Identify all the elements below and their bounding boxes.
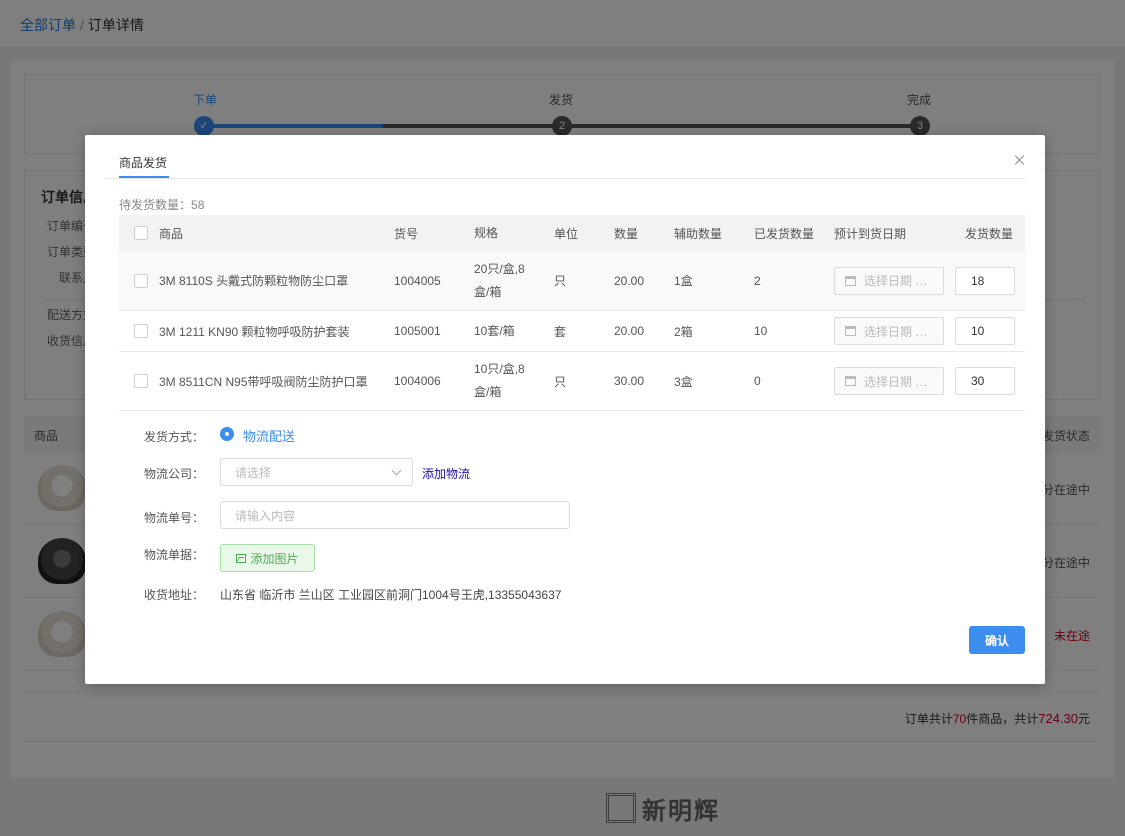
item-shipped-qty: 10 (754, 324, 768, 338)
address-label: 收货地址： (144, 588, 205, 602)
pending-count: 待发货数量：58 (119, 196, 204, 213)
item-spec: 10套/箱 (474, 323, 515, 338)
ship-method-value[interactable]: 物流配送 (243, 426, 295, 445)
tab-divider (105, 178, 1025, 179)
select-all-checkbox[interactable] (134, 226, 148, 240)
item-unit: 只 (554, 374, 567, 389)
confirm-button[interactable]: 确认 (969, 626, 1025, 654)
item-spec: 10只/盒,8盒/箱 (474, 362, 525, 399)
item-unit: 套 (554, 324, 567, 339)
table-row: 3M 8110S 头戴式防颗粒物防尘口罩 1004005 20只/盒,8盒/箱 … (119, 251, 1025, 311)
date-placeholder: 选择日期 … (864, 374, 928, 389)
send-qty-input[interactable] (955, 317, 1015, 345)
col-product: 商品 (159, 226, 184, 241)
send-qty-input[interactable] (955, 367, 1015, 395)
item-name: 3M 8110S 头戴式防颗粒物防尘口罩 (159, 274, 349, 288)
tab-ship-goods[interactable]: 商品发货 (119, 154, 167, 171)
shipping-receipt-label: 物流单据： (144, 548, 205, 562)
item-qty: 20.00 (614, 324, 645, 338)
close-icon[interactable] (1013, 153, 1027, 167)
tracking-placeholder: 请输入内容 (235, 508, 296, 523)
item-spec: 20只/盒,8盒/箱 (474, 261, 525, 299)
ship-method-radio[interactable] (220, 427, 234, 441)
date-placeholder: 选择日期 … (864, 324, 928, 339)
select-placeholder: 请选择 (235, 465, 272, 480)
col-shipped-qty: 已发货数量 (754, 226, 815, 241)
table-row: 3M 1211 KN90 颗粒物呼吸防护套装 1005001 10套/箱 套 2… (119, 311, 1025, 352)
row-checkbox[interactable] (134, 374, 148, 388)
col-send-qty: 发货数量 (965, 226, 1014, 241)
logistics-company-label: 物流公司： (144, 467, 205, 481)
ship-method-label: 发货方式： (144, 430, 205, 444)
ship-goods-dialog: 商品发货 待发货数量：58 商品 货号 规格 单位 数量 辅助数量 已发货数量 … (85, 135, 1045, 684)
shipping-address: 山东省 临沂市 兰山区 工业园区前洞门1004号王虎,13355043637 (220, 588, 562, 602)
logistics-company-select[interactable]: 请选择 (220, 458, 413, 486)
calendar-icon (845, 376, 856, 386)
add-image-label: 添加图片 (250, 551, 299, 566)
item-sku: 1005001 (394, 324, 441, 338)
item-name: 3M 8511CN N95带呼吸阀防尘防护口罩 (159, 374, 368, 389)
table-row: 3M 8511CN N95带呼吸阀防尘防护口罩 1004006 10只/盒,8盒… (119, 352, 1025, 411)
item-aux-qty: 1盒 (674, 274, 693, 288)
item-shipped-qty: 2 (754, 273, 761, 288)
col-sku: 货号 (394, 226, 419, 241)
image-icon (236, 553, 247, 563)
table-header-row: 商品 货号 规格 单位 数量 辅助数量 已发货数量 预计到货日期 发货数量 (119, 215, 1025, 251)
pending-label: 待发货数量： (119, 198, 192, 212)
item-qty: 20.00 (614, 273, 645, 288)
eta-date-picker[interactable]: 选择日期 … (834, 266, 944, 295)
item-sku: 1004005 (394, 273, 441, 288)
calendar-icon (845, 326, 856, 336)
tracking-number-input[interactable]: 请输入内容 (220, 501, 570, 529)
row-checkbox[interactable] (134, 273, 148, 288)
item-name: 3M 1211 KN90 颗粒物呼吸防护套装 (159, 324, 350, 339)
item-aux-qty: 2箱 (674, 324, 693, 339)
send-qty-input[interactable] (955, 266, 1015, 295)
item-qty: 30.00 (614, 374, 645, 388)
col-aux-qty: 辅助数量 (674, 226, 723, 241)
date-placeholder: 选择日期 … (864, 274, 928, 288)
add-logistics-link[interactable]: 添加物流 (422, 465, 470, 482)
item-aux-qty: 3盒 (674, 374, 693, 389)
item-unit: 只 (554, 274, 567, 288)
pending-value: 58 (191, 198, 205, 212)
eta-date-picker[interactable]: 选择日期 … (834, 317, 944, 345)
col-spec: 规格 (474, 225, 499, 240)
tracking-number-label: 物流单号： (144, 511, 205, 525)
chevron-down-icon (391, 465, 402, 476)
item-sku: 1004006 (394, 374, 441, 388)
eta-date-picker[interactable]: 选择日期 … (834, 367, 944, 395)
col-eta: 预计到货日期 (834, 226, 907, 241)
col-qty: 数量 (614, 226, 639, 241)
calendar-icon (845, 275, 856, 286)
item-shipped-qty: 0 (754, 374, 761, 388)
add-image-button[interactable]: 添加图片 (220, 544, 315, 572)
col-unit: 单位 (554, 226, 579, 241)
row-checkbox[interactable] (134, 324, 148, 338)
ship-items-table: 商品 货号 规格 单位 数量 辅助数量 已发货数量 预计到货日期 发货数量 3M… (119, 215, 1025, 411)
